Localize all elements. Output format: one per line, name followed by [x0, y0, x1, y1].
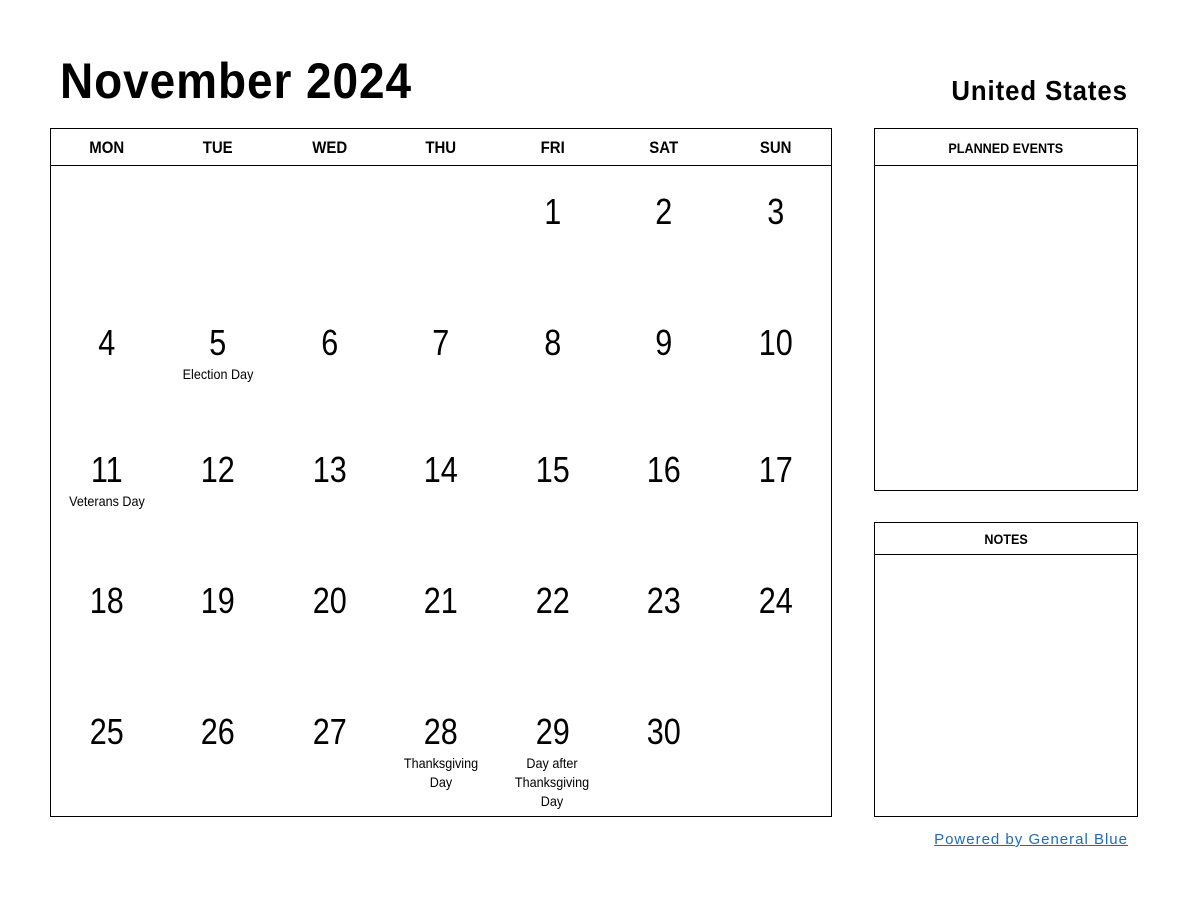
- weekday-header: MON TUE WED THU FRI SAT SUN: [51, 129, 831, 166]
- day-cell[interactable]: 8: [497, 297, 608, 424]
- day-cell[interactable]: 10: [720, 297, 831, 424]
- day-cell[interactable]: 20: [274, 555, 385, 686]
- weekday-fri: FRI: [540, 138, 565, 157]
- powered-by-link[interactable]: Powered by General Blue: [934, 832, 1128, 847]
- day-cell[interactable]: 26: [162, 686, 273, 816]
- day-cell[interactable]: 12: [162, 424, 273, 555]
- notes-area[interactable]: [875, 555, 1137, 816]
- day-number: 20: [312, 580, 347, 621]
- day-cell[interactable]: 6: [274, 297, 385, 424]
- day-cell[interactable]: 5 Election Day: [162, 297, 273, 424]
- day-number: 15: [535, 449, 570, 490]
- day-number: 17: [758, 449, 793, 490]
- day-number: 14: [423, 449, 459, 490]
- day-cell[interactable]: 21: [385, 555, 496, 686]
- weekday-tue: TUE: [203, 138, 234, 157]
- empty-day-cell: [162, 166, 273, 297]
- planned-events-heading: PLANNED EVENTS: [875, 129, 1137, 166]
- day-cell[interactable]: 30: [608, 686, 719, 816]
- planned-events-area[interactable]: [875, 166, 1137, 490]
- empty-day-cell: [274, 166, 385, 297]
- day-number: 4: [98, 322, 116, 363]
- weekday-sat: SAT: [649, 138, 679, 157]
- notes-label: NOTES: [984, 531, 1028, 547]
- empty-day-cell: [720, 686, 831, 816]
- holiday-label: Election Day: [182, 366, 254, 382]
- holiday-label: Veterans Day: [68, 493, 145, 509]
- day-number: 2: [655, 191, 673, 232]
- day-number: 29: [535, 711, 570, 752]
- day-number: 30: [646, 711, 681, 752]
- planned-events-panel: PLANNED EVENTS: [874, 128, 1138, 491]
- planned-events-label: PLANNED EVENTS: [948, 140, 1064, 156]
- day-number: 22: [535, 580, 570, 621]
- day-number: 27: [312, 711, 347, 752]
- day-cell[interactable]: 16: [608, 424, 719, 555]
- day-cell[interactable]: 23: [608, 555, 719, 686]
- day-cell[interactable]: 13: [274, 424, 385, 555]
- weekday-mon: MON: [89, 138, 125, 157]
- day-number: 19: [201, 580, 236, 621]
- weekday-sun: SUN: [759, 138, 792, 157]
- day-number: 28: [423, 711, 459, 752]
- day-cell[interactable]: 19: [162, 555, 273, 686]
- day-cell[interactable]: 7: [385, 297, 496, 424]
- day-number: 16: [646, 449, 681, 490]
- holiday-label: Day after Thanksgiving Day: [515, 755, 590, 809]
- notes-heading: NOTES: [875, 523, 1137, 555]
- day-number: 6: [321, 322, 339, 363]
- day-cell[interactable]: 11 Veterans Day: [51, 424, 162, 555]
- day-cell[interactable]: 29 Day after Thanksgiving Day: [497, 686, 608, 816]
- day-number: 5: [209, 322, 227, 363]
- weekday-wed: WED: [312, 138, 348, 157]
- empty-day-cell: [51, 166, 162, 297]
- day-cell[interactable]: 15: [497, 424, 608, 555]
- empty-day-cell: [385, 166, 496, 297]
- day-cell[interactable]: 27: [274, 686, 385, 816]
- day-number: 3: [766, 191, 784, 232]
- day-number: 26: [201, 711, 236, 752]
- day-cell[interactable]: 17: [720, 424, 831, 555]
- day-grid: 1 2 3 4 5 Election Day 6 7 8 9 10 11 Veterans Day 12 1…: [51, 166, 831, 816]
- day-number: 8: [543, 322, 561, 363]
- day-number: 9: [655, 322, 673, 363]
- day-number: 25: [89, 711, 124, 752]
- day-number: 10: [758, 322, 793, 363]
- notes-panel: NOTES: [874, 522, 1138, 817]
- day-number: 1: [543, 191, 561, 232]
- day-cell[interactable]: 4: [51, 297, 162, 424]
- day-cell[interactable]: 18: [51, 555, 162, 686]
- day-cell[interactable]: 14: [385, 424, 496, 555]
- day-number: 23: [646, 580, 681, 621]
- day-number: 11: [90, 449, 123, 490]
- month-calendar: MON TUE WED THU FRI SAT SUN 1 2 3 4 5 Electio…: [50, 128, 832, 817]
- day-cell[interactable]: 24: [720, 555, 831, 686]
- day-cell[interactable]: 28 Thanksgiving Day: [385, 686, 496, 816]
- day-number: 12: [201, 449, 236, 490]
- calendar-title: November 2024: [60, 53, 413, 109]
- day-cell[interactable]: 1: [497, 166, 608, 297]
- day-number: 18: [89, 580, 124, 621]
- day-number: 7: [432, 322, 450, 363]
- country-label: United States: [951, 75, 1128, 106]
- day-cell[interactable]: 9: [608, 297, 719, 424]
- day-number: 24: [758, 580, 793, 621]
- day-cell[interactable]: 22: [497, 555, 608, 686]
- holiday-label: Thanksgiving Day: [403, 755, 479, 790]
- day-cell[interactable]: 3: [720, 166, 831, 297]
- day-number: 21: [423, 580, 459, 621]
- day-number: 13: [312, 449, 347, 490]
- weekday-thu: THU: [425, 138, 457, 157]
- day-cell[interactable]: 2: [608, 166, 719, 297]
- day-cell[interactable]: 25: [51, 686, 162, 816]
